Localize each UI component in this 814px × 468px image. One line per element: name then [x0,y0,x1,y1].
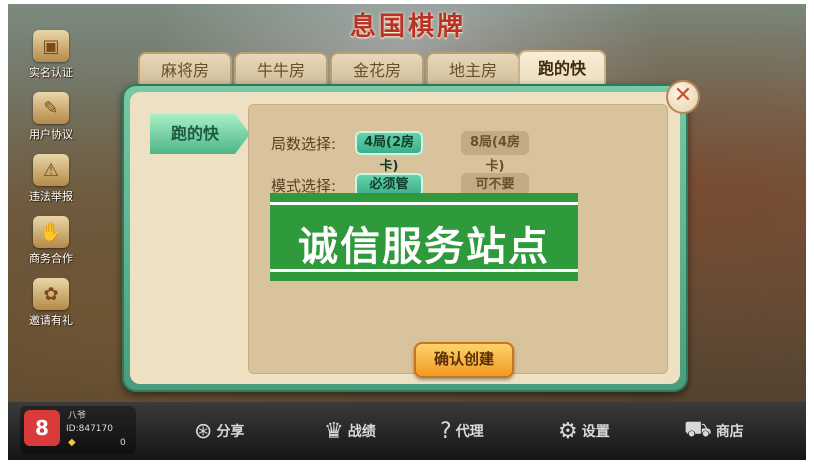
agreement-icon: ✎ [33,92,69,124]
id-card-icon: ▣ [33,30,69,62]
user-name: 八爷 [68,411,87,421]
bottom-bar: 8 八爷 ID:847170 ◆ 0 ⊛ 分享 ♛ 战绩 ? 代理 ⚙ 设置 ⛟… [8,402,806,460]
gem-count: 0 [120,438,126,448]
cart-icon: ⛟ [684,417,712,442]
game-title: 息国棋牌 [349,12,466,42]
rounds-label: 局数选择: [271,135,337,153]
menu-item-label: 实名认证 [29,66,73,79]
side-tab-paodekuai[interactable]: 跑的快 [150,114,250,154]
nav-agent[interactable]: ? 代理 [440,418,484,444]
share-icon: ⊛ [194,418,213,444]
watermark-banner: 诚信服务站点 [270,193,578,281]
menu-item-label: 用户协议 [29,128,73,141]
menu-item-user-agreement[interactable]: ✎ 用户协议 [16,92,86,148]
nav-share[interactable]: ⊛ 分享 [194,418,244,444]
nav-label: 设置 [581,424,610,440]
nav-label: 分享 [216,424,245,440]
diamond-icon: ◆ [68,437,76,448]
nav-settings[interactable]: ⚙ 设置 [558,418,610,444]
handshake-icon: ✋ [33,216,69,248]
nav-shop[interactable]: ⛟ 商店 [684,417,744,444]
watermark-text: 诚信服务站点 [298,224,550,270]
nav-label: 战绩 [347,424,376,440]
confirm-create-button[interactable]: 确认创建 [414,342,514,378]
nav-label: 代理 [455,424,484,440]
close-button[interactable]: ✕ [666,80,700,114]
gear-icon: ⚙ [558,418,578,444]
user-info[interactable]: 8 八爷 ID:847170 ◆ 0 [20,406,136,454]
nav-records[interactable]: ♛ 战绩 [324,418,376,444]
nav-label: 商店 [715,424,744,440]
menu-item-business[interactable]: ✋ 商务合作 [16,216,86,272]
trophy-icon: ♛ [324,418,344,444]
rounds-option-8[interactable]: 8局(4房卡) [461,131,529,174]
menu-item-real-name[interactable]: ▣ 实名认证 [16,30,86,86]
user-id: ID:847170 [66,424,113,434]
report-icon: ⚠ [33,154,69,186]
menu-item-label: 邀请有礼 [29,314,73,327]
menu-item-label: 商务合作 [29,252,73,265]
game-screen: 息国棋牌 ▣ 实名认证 ✎ 用户协议 ⚠ 违法举报 ✋ 商务合作 ✿ 邀请有礼 … [8,4,806,460]
menu-item-invite[interactable]: ✿ 邀请有礼 [16,278,86,334]
menu-item-label: 违法举报 [29,190,73,203]
gift-icon: ✿ [33,278,69,310]
question-icon: ? [440,418,452,444]
menu-item-report[interactable]: ⚠ 违法举报 [16,154,86,210]
avatar[interactable]: 8 [24,410,60,446]
rounds-option-4[interactable]: 4局(2房卡) [355,131,423,174]
close-icon: ✕ [673,83,693,108]
